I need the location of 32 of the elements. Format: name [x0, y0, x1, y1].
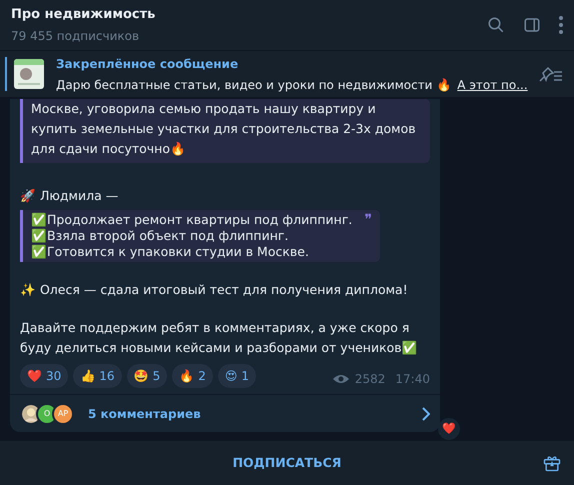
quote-line: ✅Взяла второй объект под флиппинг.: [31, 228, 290, 244]
search-icon[interactable]: [487, 16, 505, 34]
subscriber-count: 79 455 подписчиков: [11, 28, 140, 46]
reaction-chip[interactable]: 😍 1: [218, 364, 256, 388]
channel-title: Про недвижимость: [11, 6, 156, 24]
quote-text: Москве, уговорила семью продать нашу квартиру и купить земельные участки для строительства 2-3х домов для сдачи посуточно🔥: [31, 100, 417, 158]
message-time: 17:40: [395, 371, 430, 388]
quote-line: ✅Продолжает ремонт квартиры под флиппинг.: [31, 212, 354, 228]
avatar: АР: [52, 402, 74, 424]
comments-row[interactable]: О АР 5 комментариев: [10, 394, 440, 432]
author-line: 🚀 Людмила —: [20, 187, 120, 206]
sidebar-toggle-icon[interactable]: [523, 16, 541, 34]
eye-icon: [332, 374, 349, 384]
view-count: 2582: [354, 371, 386, 388]
message-paragraph: ✨ Олеся — сдала итоговый тест для получения диплома!: [20, 281, 409, 299]
side-reaction[interactable]: ❤: [438, 418, 460, 440]
pinned-bar[interactable]: Закреплённое сообщение Дарю бесплатные статьи, видео и уроки по недвижимости 🔥 А этот по...: [0, 50, 574, 97]
pinned-label: Закреплённое сообщение: [56, 56, 240, 72]
chevron-right-icon: [422, 406, 430, 420]
reaction-chip[interactable]: 🔥 2: [172, 364, 213, 388]
subscribe-button[interactable]: ПОДПИСАТЬСЯ: [232, 454, 342, 472]
reaction-chip[interactable]: ❤ 30: [20, 364, 68, 388]
pin-list-icon[interactable]: [537, 65, 563, 83]
reaction-chip[interactable]: 👍 16: [73, 364, 122, 388]
pinned-link[interactable]: А этот по...: [457, 76, 528, 94]
quote-mark: ❞: [364, 212, 372, 230]
quote-line: ✅Готовится к упаковки студии в Москве.: [31, 244, 310, 260]
message-paragraph: Давайте поддержим ребят в комментариях, а уже скоро я буду делиться новыми кейсами и разборами от учеников✅: [20, 319, 419, 357]
reaction-chip[interactable]: 🤩 5: [126, 364, 168, 388]
more-icon[interactable]: [559, 16, 563, 34]
comments-count: 5 комментариев: [88, 406, 202, 422]
pinned-text: Дарю бесплатные статьи, видео и уроки по недвижимости 🔥: [56, 76, 452, 94]
